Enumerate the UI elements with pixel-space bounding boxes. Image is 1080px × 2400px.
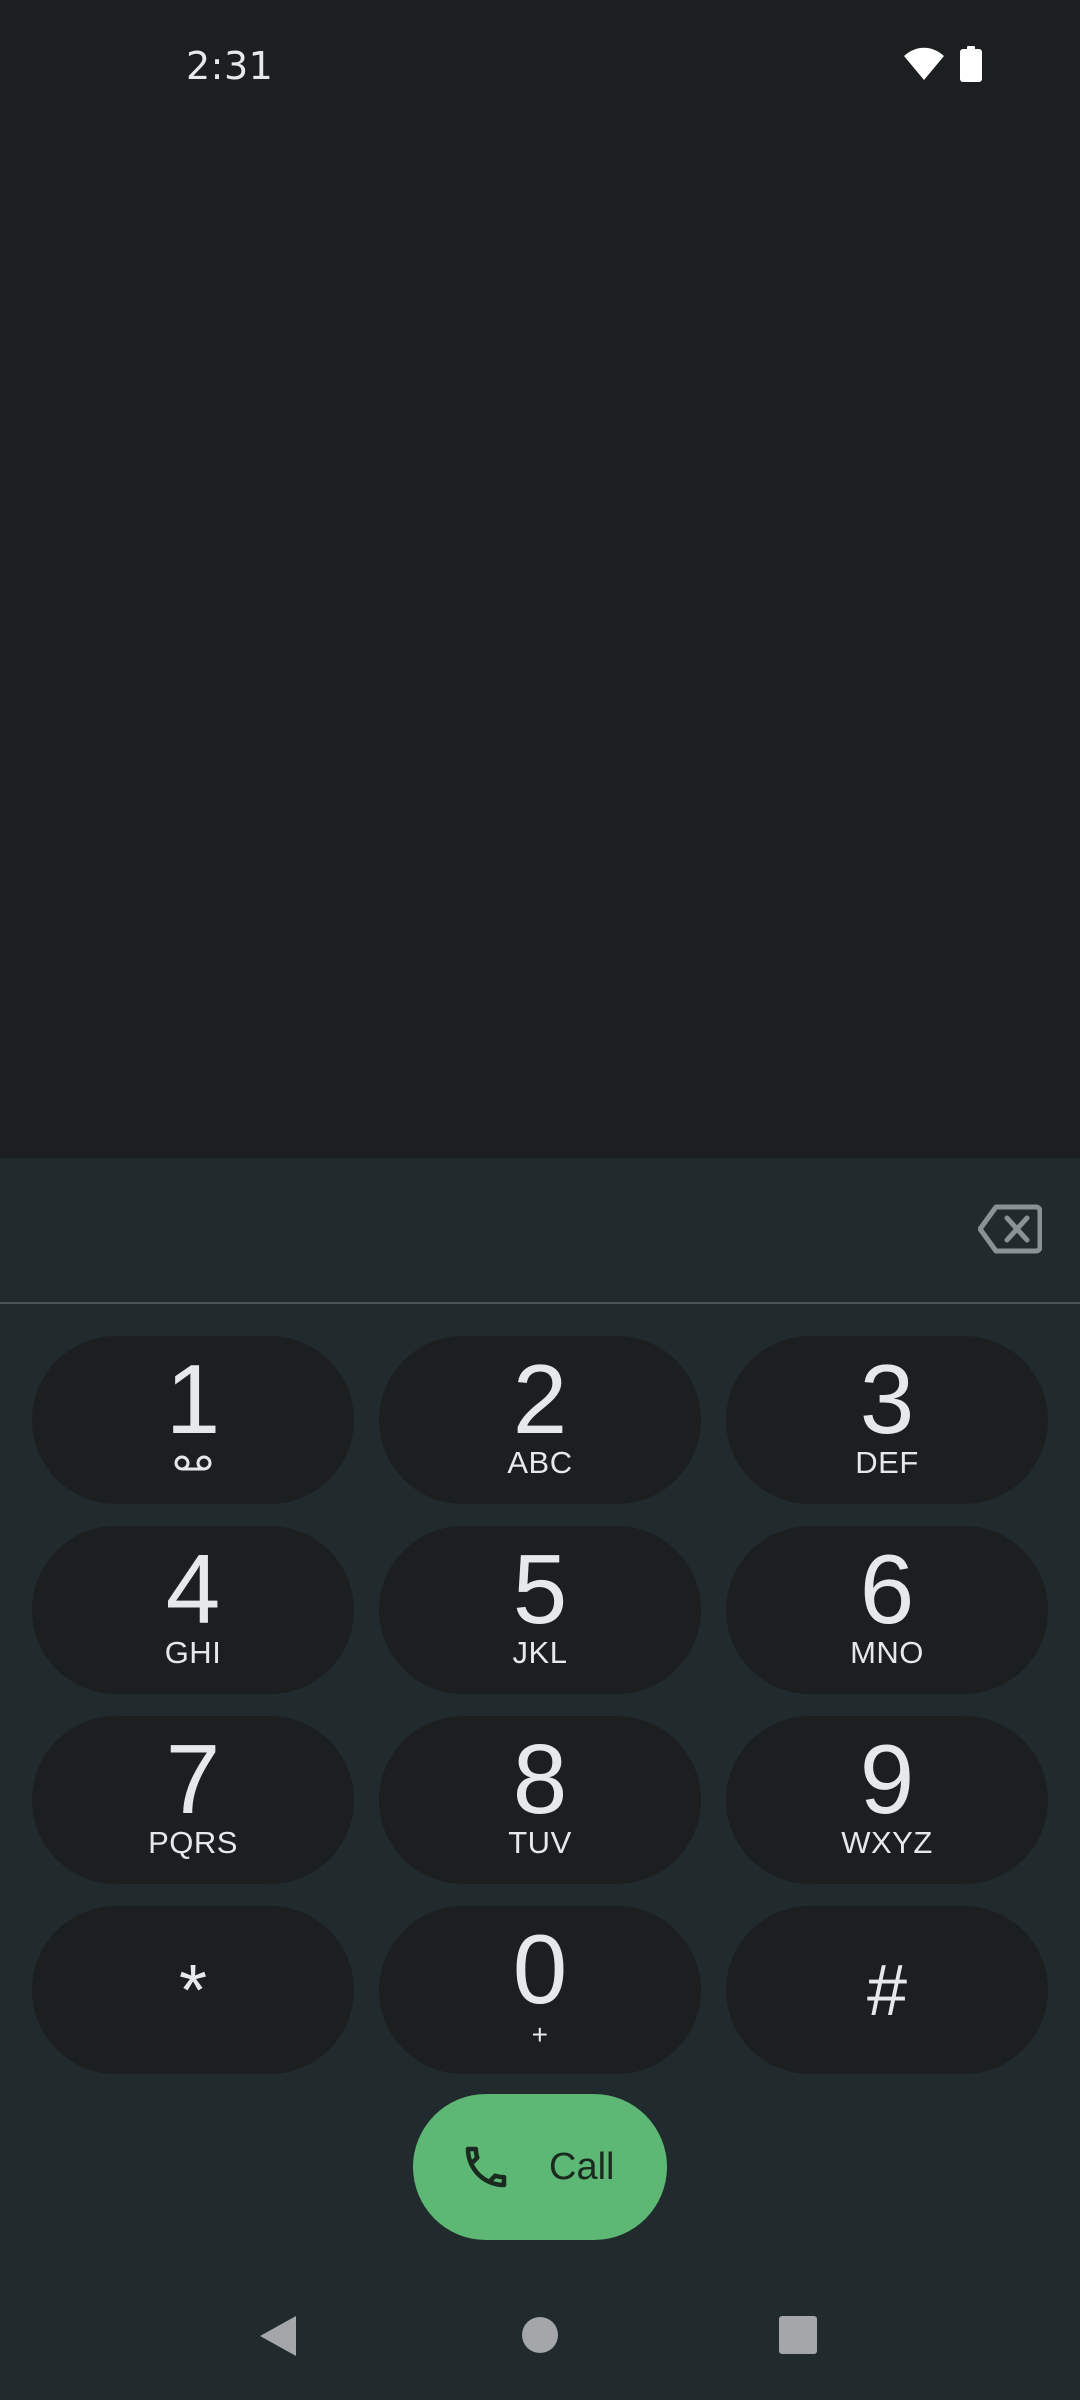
key-digit: *	[178, 1951, 208, 2031]
key-8[interactable]: 8 TUV	[379, 1716, 701, 1884]
dialed-digits-field[interactable]	[40, 1188, 940, 1272]
key-digit: 3	[859, 1344, 915, 1454]
key-4[interactable]: 4 GHI	[32, 1526, 354, 1694]
key-digit: 5	[512, 1534, 568, 1644]
key-7[interactable]: 7 PQRS	[32, 1716, 354, 1884]
key-star[interactable]: *	[32, 1906, 354, 2074]
key-digit: 4	[165, 1534, 221, 1644]
key-letters: GHI	[164, 1635, 222, 1670]
key-digit: 8	[512, 1724, 568, 1834]
back-icon[interactable]	[258, 2314, 298, 2358]
key-6[interactable]: 6 MNO	[726, 1526, 1048, 1694]
wifi-icon	[904, 47, 944, 85]
key-letters: DEF	[855, 1445, 919, 1480]
key-letters: JKL	[512, 1635, 568, 1670]
key-pound[interactable]: #	[726, 1906, 1048, 2074]
status-icons	[904, 46, 982, 86]
key-letters: ABC	[507, 1445, 573, 1480]
recents-icon[interactable]	[778, 2315, 818, 2355]
backspace-icon[interactable]	[977, 1204, 1043, 1254]
call-button[interactable]: Call	[413, 2094, 667, 2240]
dialer-screen: 2:31 1 2 ABC 3 DEF 4 GHI 5 JKL 6 MNO 7 P…	[0, 0, 1080, 2400]
key-letters: WXYZ	[841, 1825, 933, 1860]
key-1[interactable]: 1	[32, 1336, 354, 1504]
status-bar: 2:31	[0, 0, 1080, 140]
status-time: 2:31	[186, 44, 274, 88]
key-9[interactable]: 9 WXYZ	[726, 1716, 1048, 1884]
key-letters: PQRS	[148, 1825, 238, 1860]
key-0[interactable]: 0 +	[379, 1906, 701, 2074]
key-digit: 6	[859, 1534, 915, 1644]
battery-icon	[960, 46, 982, 86]
home-icon[interactable]	[521, 2316, 559, 2354]
keypad: 1 2 ABC 3 DEF 4 GHI 5 JKL 6 MNO 7 PQRS 8…	[32, 1336, 1048, 2074]
phone-icon	[459, 2140, 513, 2194]
key-letters: +	[531, 2019, 549, 2050]
key-digit: 2	[512, 1344, 568, 1454]
key-digit: 1	[165, 1344, 221, 1454]
key-2[interactable]: 2 ABC	[379, 1336, 701, 1504]
divider	[0, 1302, 1080, 1304]
call-label: Call	[549, 2146, 615, 2188]
key-digit: 9	[859, 1724, 915, 1834]
navigation-bar	[0, 2270, 1080, 2400]
dialpad-panel: 1 2 ABC 3 DEF 4 GHI 5 JKL 6 MNO 7 PQRS 8…	[0, 1158, 1080, 2400]
key-digit: 7	[165, 1724, 221, 1834]
digits-row	[0, 1158, 1080, 1302]
key-digit: 0	[512, 1914, 568, 2024]
key-5[interactable]: 5 JKL	[379, 1526, 701, 1694]
key-3[interactable]: 3 DEF	[726, 1336, 1048, 1504]
key-letters: MNO	[850, 1635, 924, 1670]
key-digit: #	[866, 1951, 908, 2031]
key-letters: TUV	[508, 1825, 572, 1860]
voicemail-icon	[32, 1454, 354, 1472]
